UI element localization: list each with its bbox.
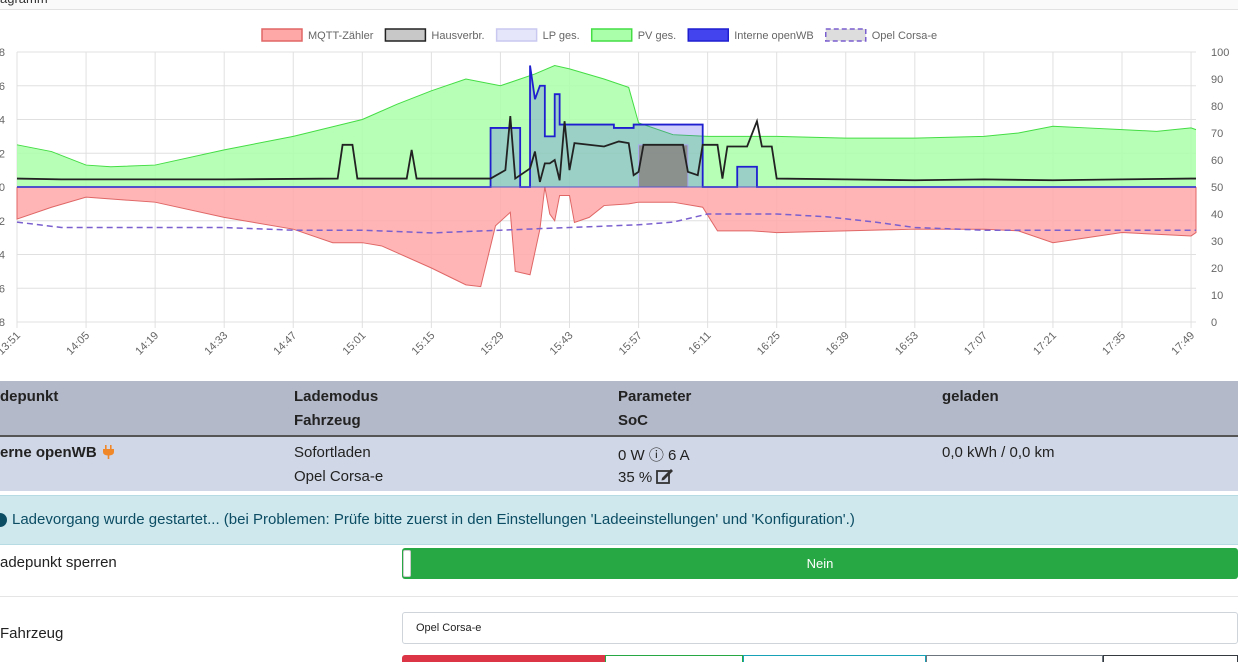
col-soc-header: SoC (618, 412, 648, 429)
table-row[interactable]: erne openWB Sofortladen Opel Corsa-e 0 W… (0, 437, 1238, 491)
chart-series (16, 64, 1197, 288)
legend-swatch (687, 28, 729, 42)
y-left-tick-label: 8 (0, 47, 5, 59)
y-right-tick-label: 60 (1211, 155, 1223, 167)
y-right-tick-label: 40 (1211, 209, 1223, 221)
x-tick-label: 15:43 (548, 330, 576, 358)
y-left-tick-label: 0 (0, 182, 5, 194)
charged-value: 0,0 kWh / 0,0 km (942, 444, 1055, 461)
legend-swatch (384, 28, 427, 42)
x-tick-label: 16:53 (893, 330, 921, 358)
vehicle-value: Opel Corsa-e (294, 468, 384, 485)
y-left-tick-label: 6 (0, 283, 5, 295)
chargepoint-name: erne openWB (0, 444, 97, 461)
charge-mode-value[interactable]: Sofortladen (294, 444, 371, 461)
legend-label: Hausverbr. (431, 30, 484, 42)
vehicle-label: Fahrzeug (0, 625, 64, 642)
legend-swatch (825, 28, 867, 42)
legend-item[interactable]: LP ges. (495, 28, 580, 42)
y-right-tick-label: 50 (1211, 182, 1223, 194)
legend-swatch (590, 28, 633, 42)
info-alert: Ladevorgang wurde gestartet... (bei Prob… (0, 495, 1238, 545)
y-right-tick-label: 80 (1211, 101, 1223, 113)
x-tick-label: 16:11 (686, 330, 713, 357)
lock-chargepoint-label: adepunkt sperren (0, 554, 117, 571)
mode-button-group[interactable] (402, 655, 1238, 662)
card-header: agramm (0, 0, 1238, 10)
chart-legend[interactable]: MQTT-Zähler Hausverbr. LP ges. PV ges. Inter… (261, 28, 937, 42)
mode-button-1[interactable] (402, 655, 605, 662)
y-left-tick-label: 2 (0, 216, 5, 228)
x-tick-label: 17:35 (1100, 330, 1128, 358)
x-tick-label: 17:49 (1169, 330, 1197, 358)
y-right-tick-label: 30 (1211, 236, 1223, 248)
y-left-tick-label: 6 (0, 81, 5, 93)
toggle-value: Nein (806, 556, 834, 571)
y-right-tick-label: 90 (1211, 74, 1223, 86)
table-header: depunkt Lademodus Fahrzeug Parameter SoC… (0, 381, 1238, 437)
chargepoint-name-cell[interactable]: erne openWB (0, 444, 114, 461)
y-left-tick-label: 2 (0, 148, 5, 160)
x-tick-label: 14:19 (133, 330, 161, 358)
legend-item[interactable]: MQTT-Zähler (261, 28, 374, 42)
legend-label: Interne openWB (734, 30, 814, 42)
col-charged-header: geladen (942, 388, 999, 405)
vehicle-select[interactable]: Opel Corsa-e (402, 612, 1238, 644)
y-left-tick-label: 4 (0, 115, 5, 127)
y-right-tick-label: 10 (1211, 290, 1223, 302)
legend-item[interactable]: Hausverbr. (384, 28, 485, 42)
legend-swatch (495, 28, 538, 42)
plug-icon (102, 445, 114, 459)
chargepoint-table: depunkt Lademodus Fahrzeug Parameter SoC… (0, 381, 1238, 491)
legend-label: PV ges. (638, 30, 677, 42)
x-tick-label: 16:39 (824, 330, 852, 358)
legend-label: Opel Corsa-e (872, 30, 937, 42)
x-tick-label: 14:33 (202, 330, 230, 358)
x-tick-label: 15:01 (340, 330, 368, 358)
soc-value: 35 % (618, 469, 653, 486)
y-left-tick-label: 8 (0, 317, 5, 329)
y-right-tick-label: 100 (1211, 47, 1229, 59)
y-right-tick-label: 0 (1211, 317, 1217, 329)
col-chargepoint-header: depunkt (0, 388, 59, 405)
legend-item[interactable]: PV ges. (590, 28, 677, 42)
y-right-tick-label: 20 (1211, 263, 1223, 275)
legend-label: MQTT-Zähler (308, 30, 374, 42)
x-tick-label: 13:51 (0, 330, 23, 358)
col-mode-header: Lademodus (294, 388, 379, 405)
legend-swatch (261, 28, 303, 42)
x-tick-label: 16:25 (755, 330, 783, 358)
lock-chargepoint-toggle[interactable]: Nein (402, 548, 1238, 579)
alert-text: Ladevorgang wurde gestartet... (bei Prob… (12, 511, 855, 528)
form-divider (0, 596, 1238, 597)
x-tick-label: 17:21 (1031, 330, 1059, 358)
parameter-value: 0 W ⓘ 6 A (618, 447, 690, 464)
col-parameter-header: Parameter (618, 388, 692, 405)
x-tick-label: 15:15 (410, 330, 438, 358)
vehicle-select-value: Opel Corsa-e (416, 622, 482, 634)
x-tick-label: 14:47 (271, 330, 299, 358)
card-title: agramm (0, 0, 48, 6)
mode-button-3[interactable] (743, 655, 926, 662)
mode-button-5[interactable] (1103, 655, 1238, 662)
col-vehicle-header: Fahrzeug (294, 412, 361, 429)
x-tick-label: 14:05 (64, 330, 92, 358)
info-icon (0, 513, 7, 527)
y-right-tick-label: 70 (1211, 128, 1223, 140)
soc-cell[interactable]: 35 % (618, 468, 674, 486)
series-mqtt-z-hler-area (17, 187, 1196, 287)
x-tick-label: 17:07 (962, 330, 990, 358)
legend-item[interactable]: Interne openWB (687, 28, 814, 42)
energy-chart: MQTT-Zähler Hausverbr. LP ges. PV ges. Inter… (0, 28, 1229, 358)
y-left-tick-label: 4 (0, 250, 5, 262)
x-tick-label: 15:29 (479, 330, 507, 358)
x-tick-label: 15:57 (617, 330, 645, 358)
legend-item[interactable]: Opel Corsa-e (825, 28, 937, 42)
legend-label: LP ges. (543, 30, 580, 42)
mode-button-4[interactable] (926, 655, 1103, 662)
edit-icon[interactable] (656, 468, 674, 484)
mode-button-2[interactable] (605, 655, 743, 662)
